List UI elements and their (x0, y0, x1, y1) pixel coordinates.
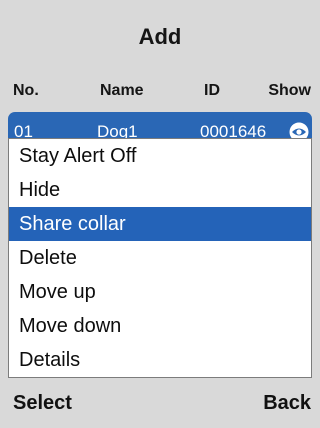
menu-item-details[interactable]: Details (9, 343, 311, 377)
softkey-bar: Select Back (0, 382, 320, 428)
menu-item-stay-alert-off[interactable]: Stay Alert Off (9, 139, 311, 173)
screen-title: Add (138, 24, 182, 49)
menu-item-share-collar[interactable]: Share collar (9, 207, 311, 241)
menu-item-move-down[interactable]: Move down (9, 309, 311, 343)
menu-item-delete[interactable]: Delete (9, 241, 311, 275)
context-menu: Stay Alert Off Hide Share collar Delete … (8, 138, 312, 378)
back-softkey[interactable]: Back (263, 392, 311, 415)
table-header: No. Name ID Show (0, 76, 320, 106)
column-header-id: ID (204, 82, 220, 99)
menu-item-hide[interactable]: Hide (9, 173, 311, 207)
column-header-name: Name (100, 82, 144, 99)
column-header-no: No. (13, 82, 39, 99)
select-softkey[interactable]: Select (13, 392, 72, 415)
column-header-show: Show (268, 82, 311, 99)
menu-item-move-up[interactable]: Move up (9, 275, 311, 309)
add-screen: Add No. Name ID Show 01 Dog1 0001646 Sta… (0, 0, 320, 428)
